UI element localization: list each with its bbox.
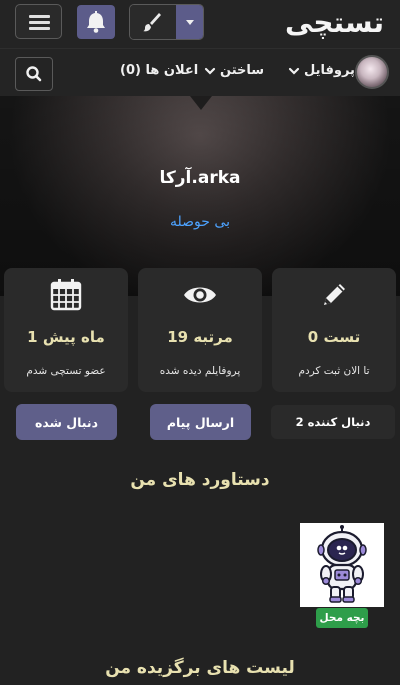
- favorites-title: لیست های برگزیده من: [105, 658, 295, 678]
- hamburger-icon-line: [29, 27, 50, 30]
- stat-label: عضو تستچی شدم: [26, 365, 106, 377]
- cover-overlay: [0, 96, 400, 296]
- stat-value: 0 تست: [307, 328, 361, 346]
- theme-button[interactable]: [130, 5, 176, 39]
- chevron-down-icon: [288, 67, 300, 75]
- achievement-badge: بچه محل: [316, 608, 368, 628]
- nav-build-label: ساختن: [220, 63, 265, 78]
- followers-count[interactable]: 2 دنبال کننده: [271, 405, 395, 439]
- profile-cover: آرکا.arka بی حوصله: [0, 96, 400, 296]
- stat-card-views: 19 مرتبه پروفایلم دیده شده: [138, 268, 262, 392]
- stat-card-tests: 0 تست تا الان ثبت کردم: [272, 268, 396, 392]
- following-button[interactable]: دنبال شده: [16, 404, 117, 440]
- theme-switcher[interactable]: [129, 4, 204, 40]
- menu-button[interactable]: [15, 4, 62, 39]
- stat-icon-wrap: [138, 278, 262, 312]
- search-icon: [26, 66, 42, 82]
- nav-profile-label: پروفایل: [304, 63, 355, 78]
- heart-icon: [190, 96, 212, 110]
- nav-notifications-label: اعلان ها (0): [120, 63, 199, 78]
- pencil-icon: [324, 284, 345, 305]
- hamburger-icon-line: [29, 21, 50, 24]
- calendar-icon: [50, 279, 82, 311]
- stat-label: تا الان ثبت کردم: [298, 365, 370, 377]
- nav-profile[interactable]: پروفایل: [288, 63, 355, 78]
- nav-bar: اعلان ها (0) ساختن پروفایل: [0, 48, 400, 96]
- bell-icon: [87, 11, 105, 33]
- hamburger-icon: [29, 15, 50, 18]
- achievement-image[interactable]: [300, 523, 384, 607]
- caret-down-icon: [186, 20, 194, 25]
- notifications-button[interactable]: [77, 5, 115, 39]
- profile-username: آرکا.arka: [159, 168, 241, 188]
- profile-bio: بی حوصله: [170, 214, 230, 230]
- eye-icon: [184, 287, 216, 303]
- nav-build[interactable]: ساختن: [204, 63, 264, 78]
- stat-value: 19 مرتبه: [167, 328, 233, 346]
- achievements-title: دستاورد های من: [130, 470, 270, 490]
- search-button[interactable]: [15, 57, 53, 91]
- theme-dropdown-toggle[interactable]: [176, 5, 203, 39]
- stat-value: 1 ماه پیش: [27, 328, 105, 346]
- avatar[interactable]: [355, 55, 389, 89]
- stat-icon-wrap: [272, 278, 396, 312]
- paintbrush-icon: [143, 13, 161, 32]
- stat-card-membership: 1 ماه پیش عضو تستچی شدم: [4, 268, 128, 392]
- site-logo[interactable]: تستچی: [268, 2, 386, 42]
- stat-label: پروفایلم دیده شده: [159, 365, 241, 377]
- send-message-button[interactable]: ارسال پیام: [150, 404, 251, 440]
- top-bar: تستچی: [0, 0, 400, 48]
- chevron-down-icon: [204, 67, 216, 75]
- nav-notifications[interactable]: اعلان ها (0): [120, 63, 198, 78]
- logo-text: تستچی: [285, 6, 384, 39]
- astronaut-icon: [300, 523, 384, 607]
- stat-icon-wrap: [4, 278, 128, 312]
